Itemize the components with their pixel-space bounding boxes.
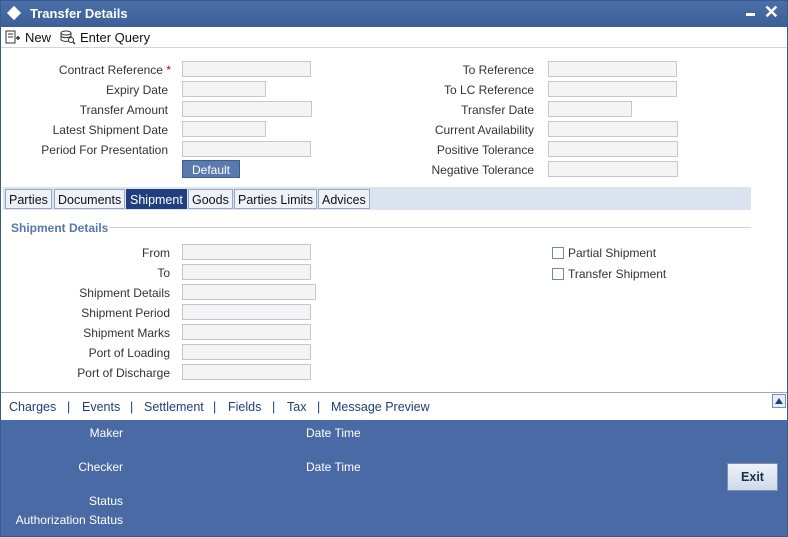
tab-parties[interactable]: Parties [5,189,52,209]
enter-query-label: Enter Query [80,29,151,45]
positive-tolerance-label: Positive Tolerance [436,143,534,157]
expiry-date-field[interactable] [182,81,266,97]
fields-link[interactable]: Fields [228,400,261,414]
message-preview-link[interactable]: Message Preview [331,400,430,414]
exit-button[interactable]: Exit [727,463,778,491]
section-divider [109,227,751,228]
negative-tolerance-label: Negative Tolerance [431,163,534,177]
shipment-marks-label: Shipment Marks [83,326,170,340]
partial-shipment-label: Partial Shipment [568,246,657,260]
link-separator: | [272,400,276,414]
checker-label: Checker [78,460,123,474]
content-divider [1,392,787,393]
charges-link[interactable]: Charges [9,400,56,414]
transfer-date-field[interactable] [548,101,632,117]
tax-link[interactable]: Tax [287,400,306,414]
positive-tolerance-field[interactable] [548,141,678,157]
contract-reference-field[interactable] [182,61,311,77]
shipment-details-field[interactable] [182,284,316,300]
shipment-details-label: Shipment Details [79,286,170,300]
transfer-amount-label: Transfer Amount [79,103,168,117]
window-title: Transfer Details [30,6,128,21]
new-label: New [25,29,52,45]
events-link[interactable]: Events [82,400,120,414]
maker-label: Maker [89,426,123,440]
from-label: From [142,246,170,260]
port-of-loading-label: Port of Loading [88,346,170,360]
enter-query-button[interactable]: Enter Query [59,28,150,46]
link-bar: Charges | Events | Settlement | Fields |… [1,397,787,419]
maker-date-time-label: Date Time [306,426,361,440]
shipment-marks-field[interactable] [182,324,311,340]
minimize-icon[interactable] [746,13,755,16]
from-field[interactable] [182,244,311,260]
negative-tolerance-field[interactable] [548,161,678,177]
to-lc-reference-field[interactable] [548,81,677,97]
close-icon[interactable]: ✕ [764,2,779,22]
toolbar: New Enter Query [1,27,787,47]
transfer-details-window: Transfer Details ✕ New Enter Query Contr… [0,0,788,537]
partial-shipment-checkbox[interactable] [552,247,564,259]
expiry-date-label: Expiry Date [105,83,168,97]
link-separator: | [67,400,71,414]
current-availability-field[interactable] [548,121,678,137]
period-for-presentation-field[interactable] [182,141,311,157]
link-separator: | [317,400,321,414]
latest-shipment-date-field[interactable] [182,121,266,137]
new-document-icon [5,30,20,44]
transfer-date-label: Transfer Date [461,103,534,117]
latest-shipment-date-label: Latest Shipment Date [52,123,168,137]
tab-bar: Parties Documents Shipment Goods Parties… [3,187,751,210]
query-icon [60,30,76,45]
tab-parties-limits[interactable]: Parties Limits [234,189,318,209]
transfer-amount-field[interactable] [182,101,312,117]
new-button[interactable]: New [5,28,51,46]
checker-date-time-label: Date Time [306,460,361,474]
authorization-status-label: Authorization Status [15,513,123,527]
diamond-icon [6,5,22,21]
toolbar-divider [1,47,787,48]
to-reference-label: To Reference [462,63,534,77]
required-marker: * [166,63,171,77]
shipment-period-label: Shipment Period [81,306,170,320]
link-separator: | [130,400,134,414]
contract-reference-label: Contract Reference * [58,63,171,77]
to-label: To [157,266,170,280]
port-of-loading-field[interactable] [182,344,311,360]
audit-footer: Maker Date Time Checker Date Time Status… [1,420,787,536]
status-label: Status [88,494,123,508]
period-for-presentation-label: Period For Presentation [41,143,168,157]
port-of-discharge-label: Port of Discharge [77,366,170,380]
shipment-period-field[interactable] [182,304,311,320]
settlement-link[interactable]: Settlement [144,400,204,414]
default-button[interactable]: Default [182,160,240,178]
transfer-shipment-checkbox[interactable] [552,268,564,280]
current-availability-label: Current Availability [434,123,534,137]
tab-documents[interactable]: Documents [54,189,126,209]
to-lc-reference-label: To LC Reference [443,83,534,97]
to-reference-field[interactable] [548,61,677,77]
link-separator: | [213,400,217,414]
transfer-shipment-label: Transfer Shipment [568,267,667,281]
tab-advices[interactable]: Advices [318,189,370,209]
title-bar: Transfer Details ✕ [1,1,787,27]
to-field[interactable] [182,264,311,280]
tab-goods[interactable]: Goods [188,189,233,209]
port-of-discharge-field[interactable] [182,364,311,380]
tab-shipment[interactable]: Shipment [126,189,187,209]
shipment-details-heading: Shipment Details [11,221,109,235]
